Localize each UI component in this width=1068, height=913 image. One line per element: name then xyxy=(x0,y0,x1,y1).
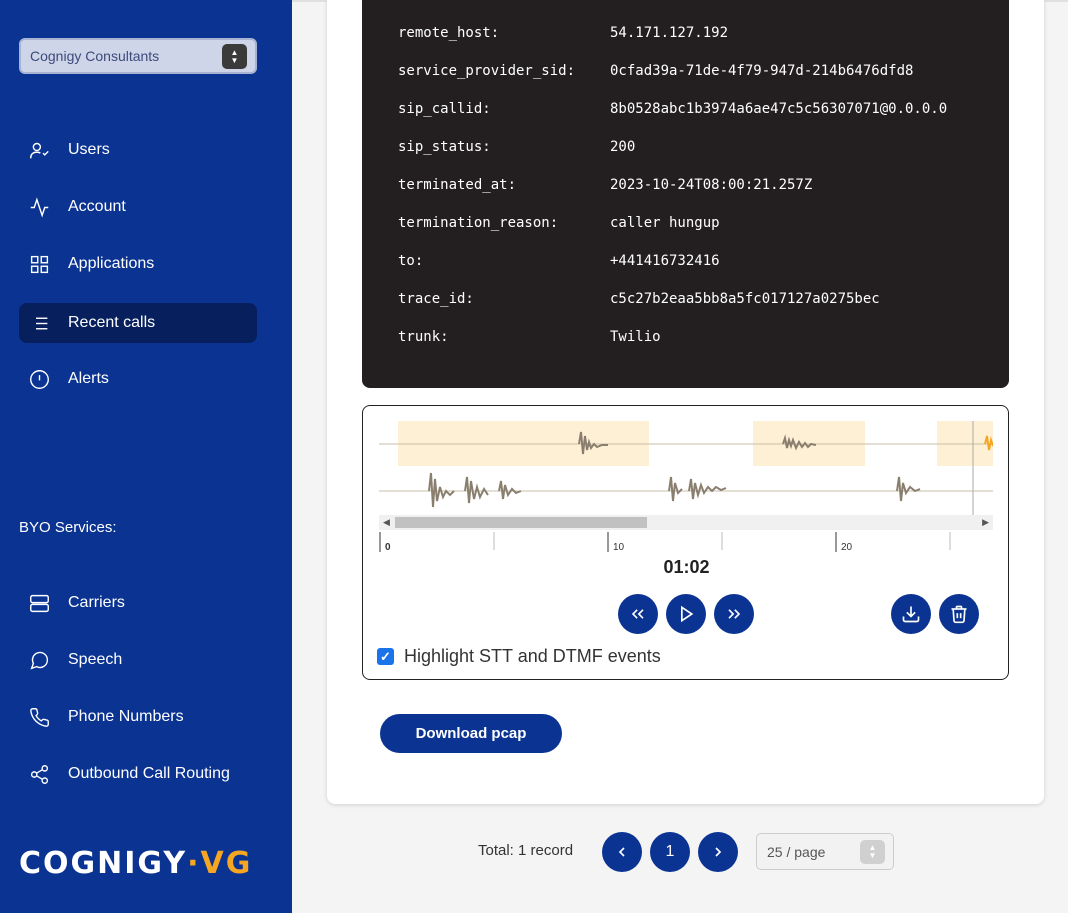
checkbox-checked-icon[interactable]: ✓ xyxy=(377,648,394,665)
sidebar: Cognigy Consultants ▲ ▼ Users Account App… xyxy=(0,0,292,913)
detail-row: to: +441416732416 xyxy=(398,253,720,269)
call-details-panel: remote_host: 54.171.127.192 service_provi… xyxy=(362,0,1009,388)
sidebar-item-label: Users xyxy=(68,141,110,158)
timeline-ruler xyxy=(379,532,951,552)
next-page-button[interactable] xyxy=(698,832,738,872)
sidebar-item-speech[interactable]: Speech xyxy=(19,640,257,680)
sidebar-item-label: Alerts xyxy=(68,370,109,387)
highlight-events-label: Highlight STT and DTMF events xyxy=(404,646,661,666)
activity-icon xyxy=(19,187,59,227)
tick-label: 20 xyxy=(841,542,853,553)
chevrons-right-icon xyxy=(728,609,741,619)
sidebar-item-phone-numbers[interactable]: Phone Numbers xyxy=(19,697,257,737)
play-icon xyxy=(681,605,694,623)
scroll-left-icon[interactable]: ◀ xyxy=(383,517,390,528)
brand-logo: COGNIGY·VG xyxy=(19,846,253,881)
sidebar-item-label: Outbound Call Routing xyxy=(68,765,230,782)
delete-audio-button[interactable] xyxy=(939,594,979,634)
page-size-value: 25 / page xyxy=(767,843,826,860)
chevrons-left-icon xyxy=(631,609,644,619)
detail-row: sip_status: 200 xyxy=(398,139,636,155)
chevron-updown-icon: ▲ ▼ xyxy=(860,840,885,864)
rewind-button[interactable] xyxy=(618,594,658,634)
trash-icon xyxy=(951,605,967,624)
detail-row: terminated_at: 2023-10-24T08:00:21.257Z xyxy=(398,177,813,193)
sidebar-item-account[interactable]: Account xyxy=(19,187,257,227)
account-select-value: Cognigy Consultants xyxy=(30,48,160,64)
user-check-icon xyxy=(19,130,59,170)
sidebar-item-label: Recent calls xyxy=(68,314,156,331)
list-icon xyxy=(19,303,59,343)
sidebar-item-label: Applications xyxy=(68,255,155,272)
account-select[interactable]: Cognigy Consultants ▲ ▼ xyxy=(19,38,257,74)
sidebar-item-label: Account xyxy=(68,198,126,215)
tick-label: 10 xyxy=(613,542,625,553)
download-icon xyxy=(902,606,920,623)
waveform[interactable] xyxy=(379,421,993,517)
playback-time: 01:02 xyxy=(663,557,710,577)
sidebar-item-label: Speech xyxy=(68,651,123,668)
sidebar-item-label: Phone Numbers xyxy=(68,708,184,725)
detail-row: remote_host: 54.171.127.192 xyxy=(398,25,729,41)
highlight-events-checkbox[interactable]: ✓ Highlight STT and DTMF events xyxy=(377,646,661,667)
sidebar-item-recent-calls[interactable]: Recent calls xyxy=(19,303,257,343)
audio-player: ◀ ▶ 0 10 20 01:02 ✓ Highlight STT and DT… xyxy=(362,405,1009,680)
chevron-updown-icon: ▲ ▼ xyxy=(222,44,247,69)
sidebar-item-alerts[interactable]: Alerts xyxy=(19,359,257,399)
sidebar-item-label: Carriers xyxy=(68,594,125,611)
sidebar-item-outbound-call-routing[interactable]: Outbound Call Routing xyxy=(19,754,257,794)
detail-row: sip_callid: 8b0528abc1b3974a6ae47c5c56307… xyxy=(398,101,948,117)
page-size-select[interactable]: 25 / page ▲ ▼ xyxy=(756,833,894,870)
sidebar-item-applications[interactable]: Applications xyxy=(19,244,257,284)
sidebar-item-users[interactable]: Users xyxy=(19,130,257,170)
download-pcap-button[interactable]: Download pcap xyxy=(380,714,562,753)
server-icon xyxy=(19,583,59,623)
grid-icon xyxy=(19,244,59,284)
tick-label: 0 xyxy=(385,542,391,553)
alert-circle-icon xyxy=(19,359,59,399)
fast-forward-button[interactable] xyxy=(714,594,754,634)
detail-row: service_provider_sid: 0cfad39a-71de-4f79-… xyxy=(398,63,914,79)
detail-row: termination_reason: caller hungup xyxy=(398,215,720,231)
waveform-scrollbar[interactable]: ◀ ▶ xyxy=(379,515,993,530)
phone-icon xyxy=(19,697,59,737)
sidebar-item-carriers[interactable]: Carriers xyxy=(19,583,257,623)
chevron-right-icon xyxy=(715,847,722,857)
chevron-left-icon xyxy=(618,847,625,857)
prev-page-button[interactable] xyxy=(602,832,642,872)
page-button[interactable]: 1 xyxy=(650,832,690,872)
detail-row: trace_id: c5c27b2eaa5bb8a5fc017127a0275be… xyxy=(398,291,880,307)
download-audio-button[interactable] xyxy=(891,594,931,634)
message-circle-icon xyxy=(19,640,59,680)
scroll-right-icon[interactable]: ▶ xyxy=(982,517,989,528)
detail-row: trunk: Twilio xyxy=(398,329,661,345)
scrollbar-thumb[interactable] xyxy=(395,517,647,528)
share-icon xyxy=(19,754,59,794)
play-button[interactable] xyxy=(666,594,706,634)
pagination-total: Total: 1 record xyxy=(478,842,574,859)
byo-services-label: BYO Services: xyxy=(19,519,117,536)
